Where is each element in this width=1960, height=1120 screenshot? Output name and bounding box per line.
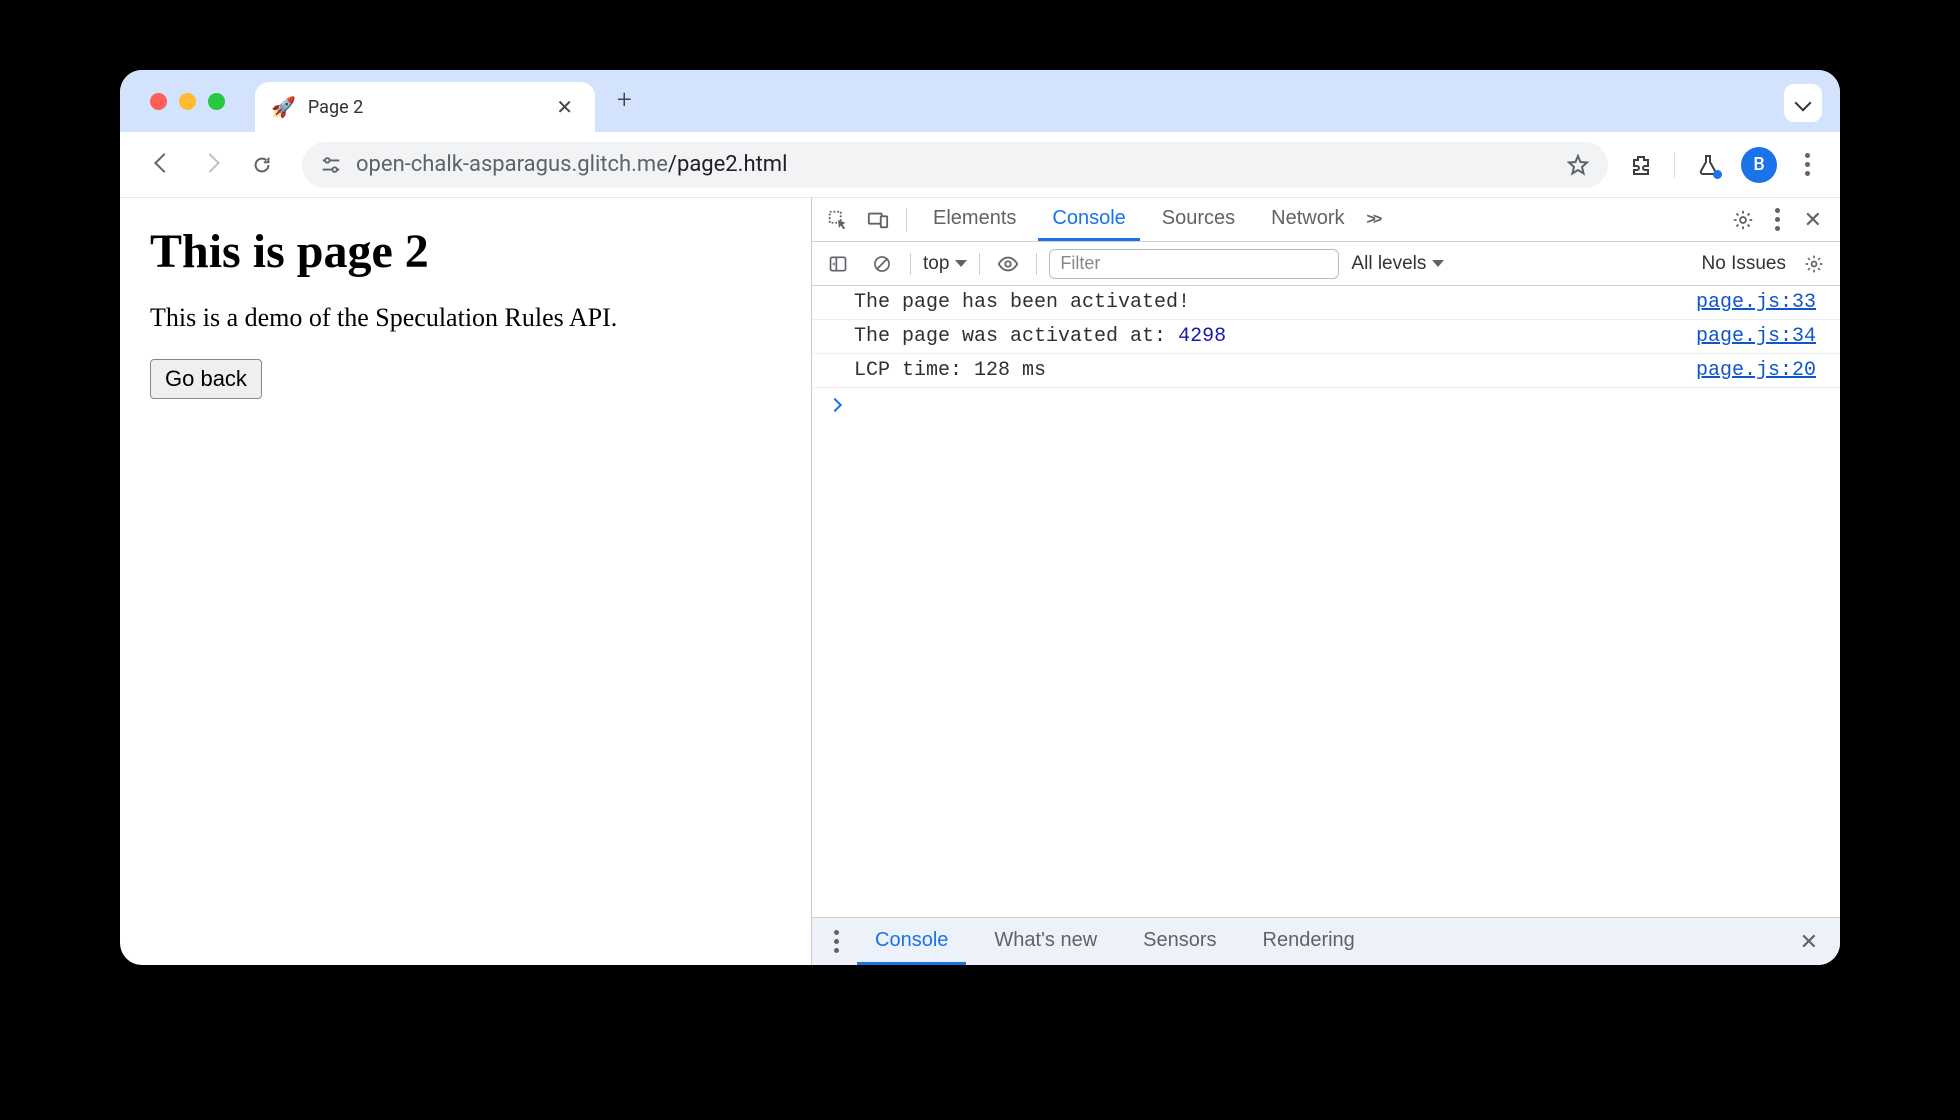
reload-icon <box>251 154 273 176</box>
devtools-settings-button[interactable] <box>1727 204 1759 236</box>
devtools-drawer: Console What's new Sensors Rendering ✕ <box>812 917 1840 965</box>
tab-strip: 🚀 Page 2 ✕ + <box>120 70 1840 132</box>
log-levels-selector[interactable]: All levels <box>1351 253 1444 275</box>
page-viewport: This is page 2 This is a demo of the Spe… <box>120 198 812 965</box>
extensions-button[interactable] <box>1628 152 1654 178</box>
dropdown-triangle-icon <box>955 260 967 267</box>
live-expression-button[interactable] <box>992 248 1024 280</box>
clear-icon <box>872 254 892 274</box>
arrow-left-icon <box>153 155 171 174</box>
back-button[interactable] <box>142 145 182 185</box>
console-output[interactable]: The page has been activated! page.js:33 … <box>812 286 1840 917</box>
labs-button[interactable] <box>1695 152 1721 178</box>
log-source-link[interactable]: page.js:34 <box>1696 325 1828 348</box>
toolbar-separator <box>1674 152 1675 178</box>
tune-icon <box>320 154 342 176</box>
tab-favicon-icon: 🚀 <box>271 95 296 119</box>
drawer-menu-button[interactable] <box>826 926 847 957</box>
tab-sources[interactable]: Sources <box>1148 198 1249 241</box>
site-settings-icon[interactable] <box>320 154 342 176</box>
devtools-panel: Elements Console Sources Network >> ✕ <box>812 198 1840 965</box>
profile-avatar[interactable]: B <box>1741 147 1777 183</box>
tab-elements[interactable]: Elements <box>919 198 1030 241</box>
drawer-close-button[interactable]: ✕ <box>1792 925 1826 959</box>
browser-toolbar: open-chalk-asparagus.glitch.me/page2.htm… <box>120 132 1840 198</box>
tab-console[interactable]: Console <box>1038 198 1139 241</box>
bookmark-button[interactable] <box>1566 153 1590 177</box>
console-filter-input[interactable] <box>1049 249 1339 279</box>
gear-icon <box>1804 254 1824 274</box>
console-settings-button[interactable] <box>1798 248 1830 280</box>
arrow-right-icon <box>203 155 221 174</box>
drawer-tab-sensors[interactable]: Sensors <box>1125 918 1234 965</box>
tab-network[interactable]: Network <box>1257 198 1358 241</box>
browser-menu-button[interactable] <box>1797 149 1818 180</box>
log-source-link[interactable]: page.js:33 <box>1696 291 1828 314</box>
console-toolbar: top All levels No Issues <box>812 242 1840 286</box>
more-tabs-button[interactable]: >> <box>1367 211 1380 229</box>
forward-button[interactable] <box>192 145 232 185</box>
drawer-tab-rendering[interactable]: Rendering <box>1245 918 1373 965</box>
tab-search-button[interactable] <box>1784 84 1822 122</box>
log-source-link[interactable]: page.js:20 <box>1696 359 1828 382</box>
prompt-caret-icon <box>830 394 840 417</box>
go-back-button[interactable]: Go back <box>150 359 262 399</box>
new-tab-button[interactable]: + <box>617 85 632 115</box>
inspect-element-button[interactable] <box>822 204 854 236</box>
device-toolbar-button[interactable] <box>862 204 894 236</box>
address-bar[interactable]: open-chalk-asparagus.glitch.me/page2.htm… <box>302 142 1608 188</box>
devices-icon <box>867 209 889 231</box>
browser-window: 🚀 Page 2 ✕ + open-chalk-asparagus.glitc <box>120 70 1840 965</box>
log-row: The page has been activated! page.js:33 <box>812 286 1840 320</box>
issues-button[interactable]: No Issues <box>1702 253 1786 275</box>
page-heading: This is page 2 <box>150 224 781 279</box>
drawer-tab-whatsnew[interactable]: What's new <box>976 918 1115 965</box>
dropdown-triangle-icon <box>1432 260 1444 267</box>
inspect-icon <box>827 209 849 231</box>
close-tab-button[interactable]: ✕ <box>550 95 579 119</box>
console-prompt[interactable] <box>812 388 1840 423</box>
drawer-tab-console[interactable]: Console <box>857 918 966 965</box>
extension-icon <box>1629 153 1653 177</box>
window-controls <box>150 93 225 110</box>
page-description: This is a demo of the Speculation Rules … <box>150 303 781 333</box>
log-row: The page was activated at: 4298 page.js:… <box>812 320 1840 354</box>
chevron-down-icon <box>1797 94 1809 113</box>
devtools-close-button[interactable]: ✕ <box>1796 203 1830 237</box>
minimize-window-button[interactable] <box>179 93 196 110</box>
main-area: This is page 2 This is a demo of the Spe… <box>120 198 1840 965</box>
maximize-window-button[interactable] <box>208 93 225 110</box>
notification-dot-icon <box>1713 170 1722 179</box>
gear-icon <box>1732 209 1754 231</box>
console-sidebar-toggle[interactable] <box>822 248 854 280</box>
browser-tab[interactable]: 🚀 Page 2 ✕ <box>255 82 595 132</box>
reload-button[interactable] <box>242 145 282 185</box>
devtools-menu-button[interactable] <box>1767 204 1788 235</box>
star-icon <box>1566 153 1590 177</box>
url-text: open-chalk-asparagus.glitch.me/page2.htm… <box>356 152 787 177</box>
tab-title: Page 2 <box>308 97 538 118</box>
eye-icon <box>997 253 1019 275</box>
sidebar-icon <box>828 254 848 274</box>
log-row: LCP time: 128 ms page.js:20 <box>812 354 1840 388</box>
context-selector[interactable]: top <box>923 253 967 275</box>
devtools-tabbar: Elements Console Sources Network >> ✕ <box>812 198 1840 242</box>
clear-console-button[interactable] <box>866 248 898 280</box>
close-window-button[interactable] <box>150 93 167 110</box>
